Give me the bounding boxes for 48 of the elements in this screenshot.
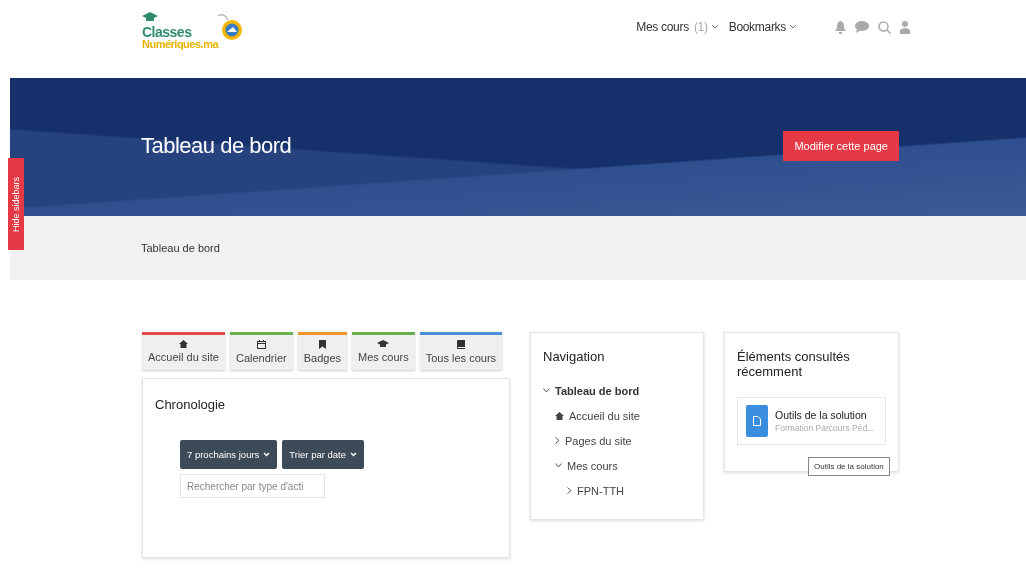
hide-sidebars-tab[interactable]: Hide sidebars	[8, 158, 24, 250]
bell-icon[interactable]	[835, 20, 846, 34]
home-icon	[178, 340, 188, 348]
home-icon	[555, 411, 564, 420]
quick-link-tab[interactable]: Accueil du site	[142, 332, 225, 370]
chevron-right-icon	[555, 437, 560, 444]
chevron-down-icon	[555, 463, 562, 468]
tree-item[interactable]: Tableau de bord	[543, 378, 691, 403]
graduation-cap-icon	[377, 340, 390, 348]
page-title: Tableau de bord	[141, 133, 292, 159]
tree-item[interactable]: Mes cours	[543, 453, 691, 478]
tree-item[interactable]: FPN-TTH	[543, 478, 691, 503]
search-field[interactable]: Rechercher par type d'acti	[180, 474, 325, 498]
quick-link-tab[interactable]: Mes cours	[352, 332, 415, 370]
tree-item[interactable]: Accueil du site	[543, 403, 691, 428]
quick-link-tab[interactable]: Badges	[297, 332, 347, 370]
graduation-cap-icon	[142, 12, 158, 22]
tooltip: Outils de la solution	[808, 457, 890, 476]
caret-icon	[710, 24, 719, 30]
logo-text: Classes	[142, 25, 193, 39]
tree-item[interactable]: Pages du site	[543, 428, 691, 453]
caret-icon	[350, 452, 358, 457]
breadcrumb[interactable]: Tableau de bord	[141, 242, 220, 254]
filter-dropdown[interactable]: 7 prochains jours	[180, 440, 278, 469]
user-icon[interactable]	[900, 20, 910, 34]
document-icon	[746, 405, 768, 437]
chevron-right-icon	[567, 487, 572, 494]
recent-item-card[interactable]: Outils de la solution Formation Parcours Péd...	[737, 397, 886, 445]
quick-link-tab[interactable]: Calendrier	[229, 332, 293, 370]
book-icon	[456, 340, 465, 349]
sort-dropdown[interactable]: Trier par date	[282, 440, 365, 469]
my-courses-menu[interactable]: Mes cours (1)	[636, 20, 719, 34]
search-icon[interactable]	[878, 20, 891, 34]
card-title: Navigation	[543, 349, 606, 364]
bookmark-icon	[318, 340, 326, 349]
my-courses-menu[interactable]: Bookmarks	[728, 20, 797, 34]
quick-link-tab[interactable]: Tous les cours	[419, 332, 503, 370]
card-title: Éléments consultés récemment	[737, 349, 851, 379]
card-title: Chronologie	[155, 397, 227, 412]
caret-icon	[263, 452, 271, 457]
item-title: Outils de la solution	[775, 409, 868, 421]
edit-page-button[interactable]: Modifier cette page	[783, 131, 899, 161]
caret-icon	[789, 24, 797, 30]
logo-subtext: Numériques.ma	[142, 39, 219, 50]
chevron-down-icon	[543, 388, 550, 393]
chat-icon[interactable]	[855, 21, 869, 33]
calendar-icon	[256, 340, 266, 349]
item-course: Formation Parcours Péd...	[775, 423, 875, 433]
